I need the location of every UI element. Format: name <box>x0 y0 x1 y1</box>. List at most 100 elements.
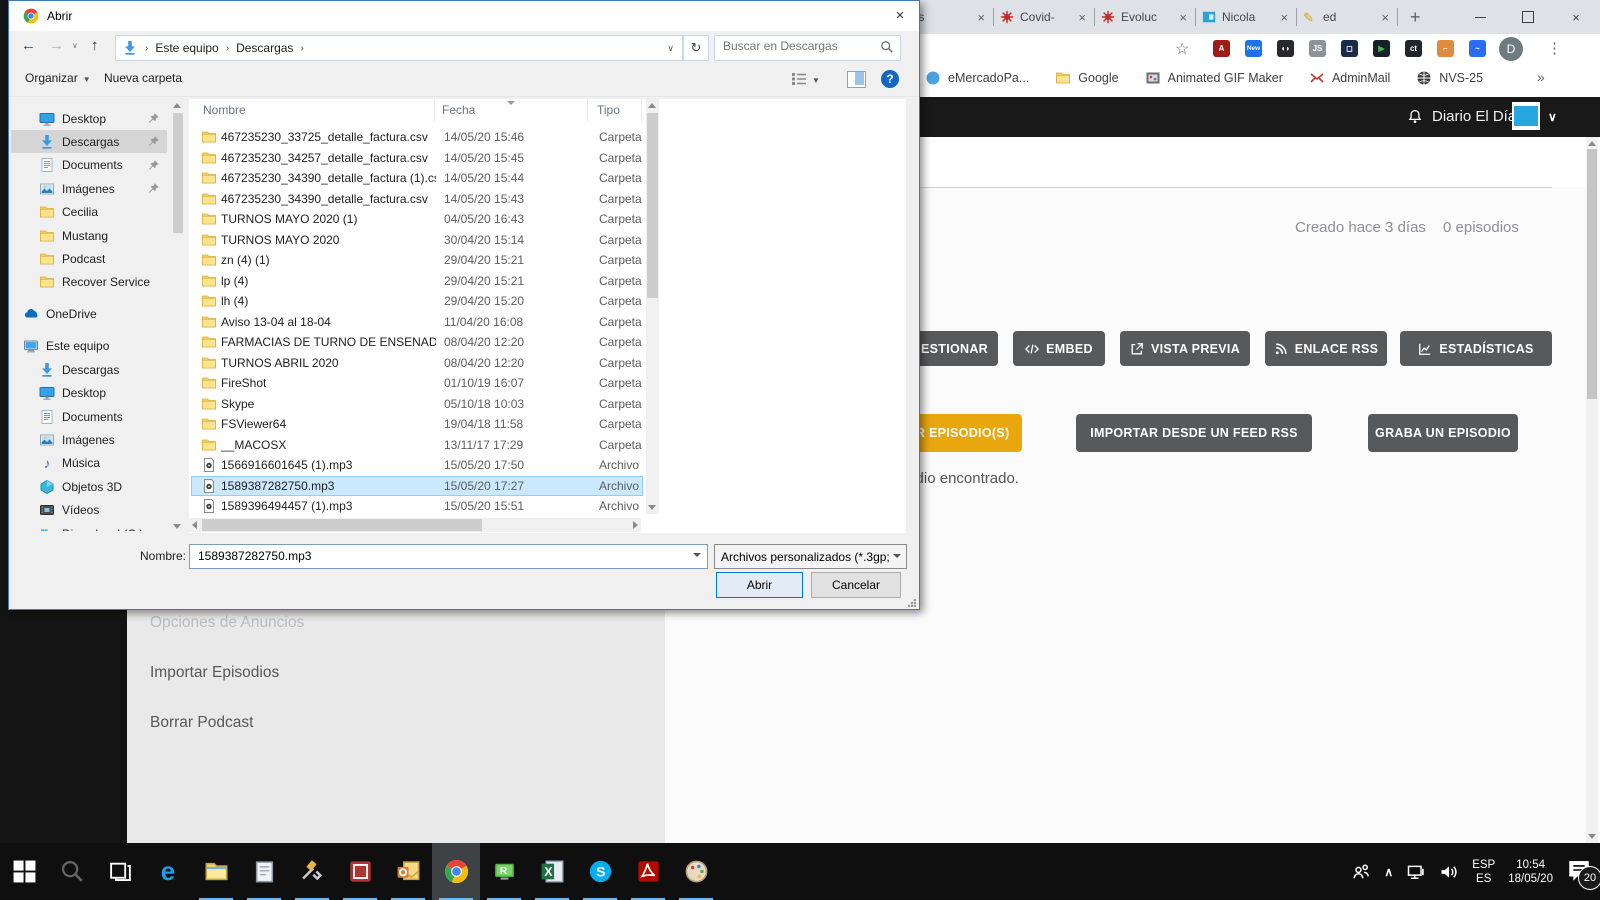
scroll-up-icon[interactable] <box>173 103 181 108</box>
view-dropdown-icon[interactable]: ▼ <box>812 76 820 85</box>
file-row[interactable]: 467235230_34390_detalle_factura (1).csv1… <box>191 168 643 189</box>
column-divider[interactable] <box>434 99 435 122</box>
file-row[interactable]: Aviso 13-04 al 18-0411/04/20 16:08Carpet… <box>191 312 643 333</box>
embed-button[interactable]: EMBED <box>1013 331 1105 366</box>
file-row[interactable]: TURNOS MAYO 2020 (1)04/05/20 16:43Carpet… <box>191 209 643 230</box>
column-header-fecha[interactable]: Fecha <box>442 103 475 117</box>
clock[interactable]: 10:5418/05/20 <box>1508 858 1553 886</box>
column-divider[interactable] <box>587 99 588 122</box>
combo-chevron-icon[interactable] <box>693 553 701 557</box>
taskbar-app-excel[interactable]: X <box>528 843 576 900</box>
sidebar-item-im-genes[interactable]: Imágenes <box>11 177 167 200</box>
podcast-avatar[interactable] <box>1512 102 1540 130</box>
scroll-down-icon[interactable] <box>648 505 656 510</box>
organize-menu[interactable]: Organizar▼ <box>25 71 91 85</box>
tab-close-icon[interactable]: × <box>1278 10 1290 25</box>
language-indicator[interactable]: ESPES <box>1472 858 1495 886</box>
breadcrumb[interactable]: ›Este equipo›Descargas› ∨ <box>115 35 683 61</box>
sidebar-item-desktop[interactable]: Desktop <box>11 107 167 130</box>
page-sidebar-item[interactable]: Borrar Podcast <box>150 714 253 732</box>
sidebar-item-im-genes[interactable]: Imágenes <box>11 428 167 451</box>
file-row[interactable]: TURNOS ABRIL 202008/04/20 12:20Carpeta <box>191 353 643 374</box>
js-extension-icon[interactable]: JS <box>1309 40 1326 57</box>
sidebar-item-documents[interactable]: Documents <box>11 405 167 428</box>
page-scrollbar[interactable] <box>1586 137 1598 843</box>
vista-previa-button[interactable]: VISTA PREVIA <box>1120 331 1250 366</box>
browser-tab[interactable]: Evoluc× <box>1095 0 1195 34</box>
file-row[interactable]: 467235230_34390_detalle_factura.csv14/05… <box>191 189 643 210</box>
taskbar-app-notepad[interactable] <box>240 843 288 900</box>
back-icon[interactable]: ← <box>21 37 36 54</box>
hammer-extension-icon[interactable]: ⌐ <box>1437 40 1454 57</box>
taskbar-app-edge[interactable]: e <box>144 843 192 900</box>
minimize-button[interactable] <box>1456 0 1504 34</box>
tab-close-icon[interactable]: × <box>1177 10 1189 25</box>
search-icon[interactable] <box>880 40 894 54</box>
bookmark-item[interactable]: Google <box>1055 70 1118 86</box>
taskbar-app-image-app[interactable] <box>336 843 384 900</box>
bookmark-item[interactable]: eMercadoPa... <box>925 70 1029 86</box>
sidebar-item-recover-service[interactable]: Recover Service <box>11 271 167 294</box>
file-row[interactable]: 1566916601645 (1).mp315/05/20 17:50Archi… <box>191 455 643 476</box>
sidebar-item-cecilia[interactable]: Cecilia <box>11 201 167 224</box>
close-button[interactable]: × <box>1552 0 1600 34</box>
sidebar-item-podcast[interactable]: Podcast <box>11 247 167 270</box>
sidebar-scrollbar[interactable] <box>171 99 185 533</box>
breadcrumb-segment[interactable]: Este equipo <box>155 41 218 55</box>
sidebar-item-disco-local-c-[interactable]: Disco local (C:) <box>11 522 167 531</box>
bookmark-item[interactable]: Animated GIF Maker <box>1145 70 1283 86</box>
file-row[interactable]: FARMACIAS DE TURNO DE ENSENADA...08/04/2… <box>191 332 643 353</box>
column-header-nombre[interactable]: Nombre <box>203 103 246 117</box>
filename-input[interactable] <box>196 548 680 564</box>
file-row[interactable]: 1589396494457 (1).mp315/05/20 15:51Archi… <box>191 496 643 517</box>
sidebar-item-v-deos[interactable]: Vídeos <box>11 499 167 522</box>
taskbar-app-capture-tool[interactable] <box>288 843 336 900</box>
file-row[interactable]: 467235230_34257_detalle_factura.csv14/05… <box>191 148 643 169</box>
taskbar-app-skype[interactable]: S <box>576 843 624 900</box>
scroll-left-icon[interactable] <box>192 521 197 529</box>
file-row[interactable]: FSViewer6419/04/18 11:58Carpeta <box>191 414 643 435</box>
file-row[interactable]: FireShot01/10/19 16:07Carpeta <box>191 373 643 394</box>
ct-extension-icon[interactable]: ct <box>1405 40 1422 57</box>
bookmark-item[interactable]: NVS-25 <box>1416 70 1483 86</box>
browser-menu-icon[interactable]: ⋮ <box>1547 39 1562 57</box>
file-row[interactable]: 1589387282750.mp315/05/20 17:27Archivo <box>191 476 643 497</box>
file-row[interactable]: lp (4)29/04/20 15:21Carpeta <box>191 271 643 292</box>
file-row[interactable]: __MACOSX13/11/17 17:29Carpeta <box>191 435 643 456</box>
scroll-up-icon[interactable] <box>648 103 656 108</box>
scroll-thumb[interactable] <box>647 113 658 298</box>
resize-grip[interactable] <box>908 599 916 607</box>
file-row[interactable]: lh (4)29/04/20 15:20Carpeta <box>191 291 643 312</box>
preview-pane-icon[interactable] <box>847 71 866 88</box>
browser-tab[interactable]: Nicola× <box>1196 0 1296 34</box>
sidebar-item-objetos-3d[interactable]: Objetos 3D <box>11 475 167 498</box>
open-button[interactable]: Abrir <box>716 572 803 598</box>
new-folder-button[interactable]: Nueva carpeta <box>104 71 182 85</box>
taskbar-app-remote-desktop[interactable]: R <box>480 843 528 900</box>
importar-desde-un-feed-rss-button[interactable]: IMPORTAR DESDE UN FEED RSS <box>1076 414 1312 452</box>
file-row[interactable]: TURNOS MAYO 202030/04/20 15:14Carpeta <box>191 230 643 251</box>
tab-close-icon[interactable]: × <box>1076 10 1088 25</box>
breadcrumb-segment[interactable]: Descargas <box>236 41 293 55</box>
scroll-right-icon[interactable] <box>633 521 638 529</box>
new-badge-extension-icon[interactable]: New <box>1245 40 1262 57</box>
view-list-icon[interactable] <box>791 71 807 87</box>
sidebar-item-descargas[interactable]: Descargas <box>11 130 167 153</box>
sidebar-item-desktop[interactable]: Desktop <box>11 382 167 405</box>
enlace-rss-button[interactable]: ENLACE RSS <box>1265 331 1387 366</box>
list-horizontal-scrollbar[interactable] <box>189 518 641 532</box>
feather-extension-icon[interactable]: ~ <box>1469 40 1486 57</box>
history-chevron-icon[interactable]: ∨ <box>72 41 78 50</box>
mask-extension-icon[interactable]: ◖◗ <box>1277 40 1294 57</box>
volume-icon[interactable] <box>1439 862 1459 882</box>
file-row[interactable]: 467235230_33725_detalle_factura.csv14/05… <box>191 127 643 148</box>
breadcrumb-chevron-icon[interactable]: ∨ <box>667 43 682 54</box>
network-icon[interactable] <box>1406 862 1426 882</box>
taskbar-app-start[interactable] <box>0 843 48 900</box>
taskbar-app-chrome[interactable] <box>432 843 480 900</box>
dialog-titlebar[interactable]: Abrir × <box>9 1 919 31</box>
pdf-extension-icon[interactable]: A <box>1213 40 1230 57</box>
sidebar-item-documents[interactable]: Documents <box>11 154 167 177</box>
notification-center[interactable]: 20 <box>1566 857 1596 887</box>
help-button[interactable]: ? <box>881 70 899 88</box>
